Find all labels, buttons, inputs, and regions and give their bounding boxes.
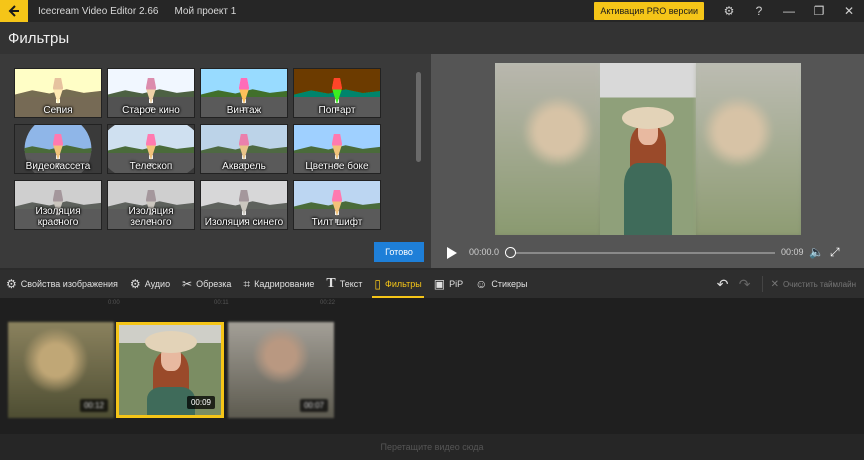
tool-audio[interactable]: ⚙ Аудио <box>124 270 176 298</box>
filters-panel: Сепия Старое кино Винтаж Поп-арт Видеокассет… <box>0 54 431 268</box>
clear-timeline-button[interactable]: ✕ Очистить таймлайн <box>761 276 864 292</box>
app-name: Icecream Video Editor 2.66 <box>38 5 159 17</box>
filter-label: Цветное боке <box>305 161 369 172</box>
clear-icon: ✕ <box>770 278 779 290</box>
filter-label: Изоляция синего <box>204 217 284 228</box>
tool-label: Обрезка <box>196 279 232 289</box>
filter-tile[interactable]: Старое кино <box>107 68 195 118</box>
arrow-left-icon <box>8 5 19 17</box>
tool-label: Текст <box>339 279 363 289</box>
filter-label: Сепия <box>43 105 73 116</box>
filters-scrollbar[interactable] <box>416 72 421 162</box>
crop-icon: ⌗ <box>243 276 251 291</box>
gear-icon: ⚙ <box>6 277 17 291</box>
tool-label: Кадрирование <box>254 279 315 289</box>
seek-bar[interactable] <box>509 252 775 254</box>
tool-filters[interactable]: ▯ Фильтры <box>368 270 427 298</box>
filter-label: Старое кино <box>122 105 180 116</box>
filter-label: Изоляция зеленого <box>128 206 174 228</box>
tool-pip[interactable]: ▣ PiP <box>428 270 469 298</box>
filter-tile[interactable]: Изоляция синего <box>200 180 288 230</box>
filter-label: Поп-арт <box>318 105 356 116</box>
hat-shape <box>145 331 197 353</box>
maximize-icon[interactable]: ❐ <box>804 0 834 22</box>
sticker-icon: ☺ <box>475 277 488 291</box>
filter-tile[interactable]: Акварель <box>200 124 288 174</box>
audio-gear-icon: ⚙ <box>129 277 141 291</box>
undo-icon[interactable]: ↶ <box>712 276 734 293</box>
pip-icon: ▣ <box>433 277 446 291</box>
play-icon[interactable] <box>447 247 457 259</box>
timeline-ruler: 0:00 00:11 00:22 <box>0 298 864 310</box>
editor-toolbar: ⚙ Свойства изображения ⚙ Аудио ✂ Обрезка ⌗ К… <box>0 270 864 298</box>
filter-label: Винтаж <box>226 105 262 116</box>
tool-label: Стикеры <box>491 279 528 289</box>
project-name: Мой проект 1 <box>174 5 237 17</box>
minimize-icon[interactable]: — <box>774 0 804 22</box>
tool-trim[interactable]: ✂ Обрезка <box>176 270 237 298</box>
filter-tile[interactable]: Цветное боке <box>293 124 381 174</box>
preview-panel: 00:00.0 00:09 🔈 ⤢ <box>431 54 864 268</box>
tool-label: Аудио <box>144 279 171 289</box>
tool-label: Фильтры <box>385 279 422 289</box>
filter-tile[interactable]: Изоляция зеленого <box>107 180 195 230</box>
back-button[interactable] <box>0 0 28 22</box>
dress-shape <box>624 163 672 235</box>
clip-duration: 00:09 <box>186 396 215 409</box>
video-preview <box>495 63 801 235</box>
timeline-clip-selected[interactable]: 00:09 <box>116 322 224 418</box>
close-icon[interactable]: ✕ <box>834 0 864 22</box>
text-icon: T <box>326 276 336 291</box>
total-time: 00:09 <box>781 247 804 257</box>
filter-label: Видеокассета <box>25 161 91 172</box>
done-button[interactable]: Готово <box>374 242 424 262</box>
timeline-clip[interactable]: 00:12 <box>8 322 114 418</box>
player-controls: 00:00.0 00:09 🔈 ⤢ <box>431 242 864 264</box>
title-bar: Icecream Video Editor 2.66 Мой проект 1 … <box>0 0 864 22</box>
ruler-tick: 00:11 <box>214 300 229 306</box>
clip-duration: 00:12 <box>79 399 108 412</box>
settings-gear-icon[interactable]: ⚙ <box>714 0 744 22</box>
blurred-background-right <box>696 63 801 235</box>
filter-tile[interactable]: Поп-арт <box>293 68 381 118</box>
hat-shape <box>622 107 674 129</box>
filter-tile[interactable]: Изоляция красного <box>14 180 102 230</box>
filter-tile[interactable]: Тилт шифт <box>293 180 381 230</box>
blurred-background-left <box>495 63 600 235</box>
tool-stickers[interactable]: ☺ Стикеры <box>469 270 533 298</box>
clip-duration: 00:07 <box>299 399 328 412</box>
app-window: Icecream Video Editor 2.66 Мой проект 1 … <box>0 0 864 460</box>
clear-timeline-label: Очистить таймлайн <box>782 279 856 289</box>
filter-label: Телескоп <box>129 161 173 172</box>
page-title: Фильтры <box>0 22 864 54</box>
volume-icon[interactable]: 🔈 <box>809 245 824 259</box>
current-time: 00:00.0 <box>469 247 500 257</box>
filters-icon: ▯ <box>374 277 382 291</box>
help-icon[interactable]: ? <box>744 0 774 22</box>
tool-label: Свойства изображения <box>20 279 118 289</box>
timeline-clip[interactable]: 00:07 <box>228 322 334 418</box>
filter-label: Тилт шифт <box>311 217 363 228</box>
toolbar-right: ↶ ↷ ✕ Очистить таймлайн <box>712 276 864 293</box>
filter-tile[interactable]: Видеокассета <box>14 124 102 174</box>
timeline: 0:00 00:11 00:22 00:12 00:09 00:07 Перет… <box>0 298 864 460</box>
tool-crop[interactable]: ⌗ Кадрирование <box>237 270 320 298</box>
filter-tile[interactable]: Винтаж <box>200 68 288 118</box>
redo-icon[interactable]: ↷ <box>734 276 756 293</box>
tool-image-properties[interactable]: ⚙ Свойства изображения <box>0 270 124 298</box>
filter-tile[interactable]: Сепия <box>14 68 102 118</box>
filter-tile[interactable]: Телескоп <box>107 124 195 174</box>
scissors-icon: ✂ <box>182 277 193 291</box>
ruler-tick: 0:00 <box>108 300 120 306</box>
tool-label: PiP <box>449 279 464 289</box>
video-frame-photo <box>600 63 696 235</box>
pro-activation-button[interactable]: Активация PRO версии <box>594 2 704 20</box>
tool-text[interactable]: T Текст <box>320 270 368 298</box>
drop-zone-hint[interactable]: Перетащите видео сюда <box>0 434 864 460</box>
ruler-tick: 00:22 <box>320 300 336 306</box>
fullscreen-icon[interactable]: ⤢ <box>830 245 840 260</box>
filter-label: Изоляция красного <box>35 206 81 228</box>
filter-label: Акварель <box>222 161 266 172</box>
seek-thumb[interactable] <box>505 247 516 258</box>
